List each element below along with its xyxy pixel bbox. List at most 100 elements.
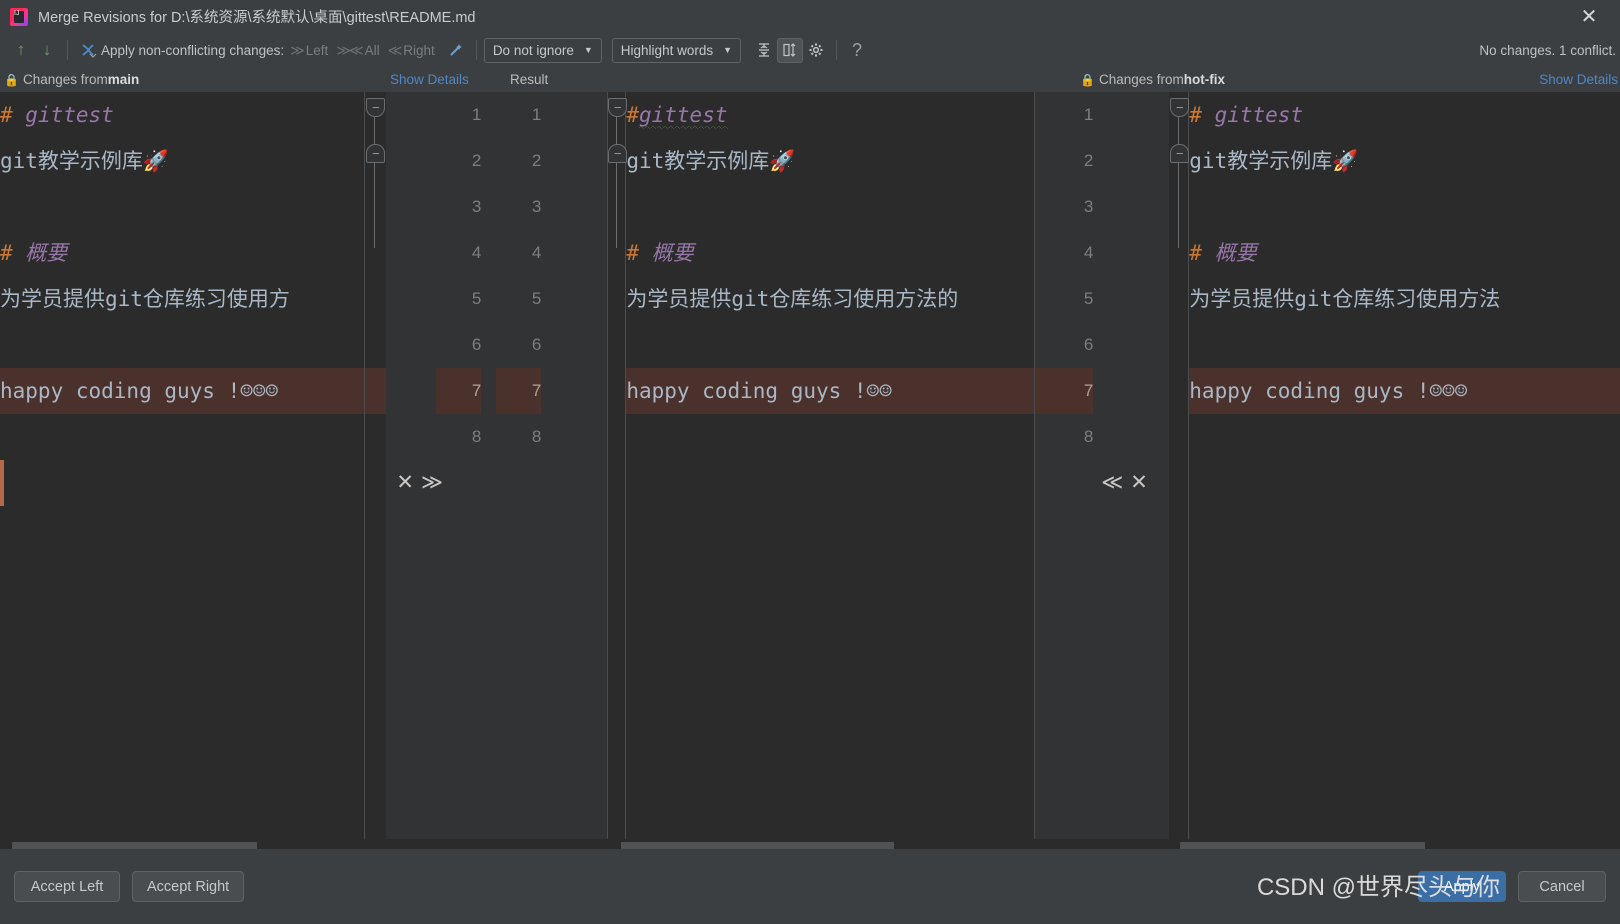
right-fold-stripe: − − — [1169, 92, 1190, 839]
merge-revisions-window: Merge Revisions for D:\系统资源\系统默认\桌面\gitt… — [0, 0, 1620, 924]
editor-line-text — [0, 425, 13, 449]
show-whitespace-icon[interactable] — [777, 37, 804, 63]
apply-all-non-conflicting-icon[interactable] — [75, 37, 101, 63]
fold-marker-collapse-icon[interactable]: − — [366, 144, 386, 163]
collapse-unchanged-fragments-icon[interactable] — [751, 38, 777, 63]
editor-line — [626, 184, 1034, 230]
editor-line-text — [1189, 195, 1202, 219]
right-pane-header: 🔒 Changes from hot-fix — [1080, 67, 1445, 92]
right-show-details-link[interactable]: Show Details — [1445, 67, 1620, 92]
right-conflict-actions[interactable]: ≪ ✕ — [1101, 460, 1148, 506]
center-line-numbers: 1 2 3 4 5 6 7 8 — [496, 92, 542, 839]
left-conflict-edge — [0, 460, 4, 506]
editor-line-text — [0, 195, 13, 219]
right-accept-conflict-icon[interactable]: ≪ — [1101, 460, 1123, 506]
gear-icon[interactable] — [803, 38, 829, 63]
editor-line-text: 为学员提供git仓库练习使用方法 — [1189, 287, 1501, 311]
line-number: 8 — [471, 427, 482, 446]
window-title: Merge Revisions for D:\系统资源\系统默认\桌面\gitt… — [38, 10, 476, 26]
editor-line-text: 为学员提供git仓库练习使用方法的 — [626, 287, 959, 311]
previous-difference-icon[interactable]: ↑ — [8, 37, 34, 63]
right-gutter[interactable]: 1 2 3 4 5 6 7 8 ≪ ✕ — [1035, 92, 1170, 839]
apply-right-button[interactable]: ≪ Right — [388, 42, 435, 59]
ignore-policy-value: Do not ignore — [492, 42, 574, 58]
center-result-pane[interactable]: # gittest git教学示例库🚀 # 概要 为学员提供git仓库练习使用方法的… — [608, 92, 1035, 839]
line-number: 8 — [1083, 427, 1094, 446]
editor-line — [626, 414, 1034, 460]
markdown-heading-hash: # — [1189, 103, 1202, 127]
line-number: 6 — [471, 335, 482, 354]
markdown-heading-hash: # — [0, 103, 13, 127]
fold-marker-collapse-icon[interactable]: − — [608, 144, 628, 163]
right-editor-lines: # gittest git教学示例库🚀 # 概要 为学员提供git仓库练习使用方法 … — [1169, 92, 1620, 460]
left-show-details-link[interactable]: Show Details — [390, 67, 510, 92]
line-number: 7 — [1035, 368, 1094, 414]
fold-marker-collapse-icon[interactable]: − — [608, 98, 628, 117]
accept-left-button[interactable]: Accept Left — [14, 871, 120, 902]
toolbar-separator-1 — [67, 40, 68, 60]
editor-line: # 概要 — [626, 230, 1034, 276]
apply-left-button[interactable]: ≫ Left — [290, 42, 328, 59]
line-number: 1 — [471, 105, 482, 124]
magic-wand-icon[interactable] — [443, 37, 469, 63]
editor-line-text: gittest — [1201, 103, 1304, 127]
intellij-idea-logo-icon — [10, 7, 28, 26]
line-number: 3 — [531, 197, 542, 216]
editor-line — [626, 322, 1034, 368]
left-gutter[interactable]: ✕ ≫ 12345678 12345678 — [386, 92, 608, 839]
apply-button[interactable]: Apply — [1418, 871, 1506, 902]
editor-line-text — [626, 333, 639, 357]
line-number: 3 — [471, 197, 482, 216]
editor-line-text: 概要 — [1201, 241, 1257, 265]
editor-line-text: happy coding guys !☺☺☺ — [1189, 379, 1468, 403]
right-ignore-conflict-icon[interactable]: ✕ — [1130, 460, 1148, 506]
editor-line — [1189, 322, 1620, 368]
accept-right-button[interactable]: Accept Right — [132, 871, 245, 902]
editor-line — [1189, 184, 1620, 230]
editor-line — [0, 322, 386, 368]
editor-line-text: happy coding guys !☺☺ — [626, 379, 892, 403]
editor-line-text: 为学员提供git仓库练习使用方 — [0, 287, 290, 311]
left-editor-pane[interactable]: # gittest git教学示例库🚀 # 概要 为学员提供git仓库练习使用方 h… — [0, 92, 387, 839]
next-difference-icon[interactable]: ↓ — [34, 37, 60, 63]
editor-line-text — [626, 425, 639, 449]
highlight-policy-select[interactable]: Highlight words ▼ — [611, 37, 742, 63]
right-editor-pane[interactable]: # gittest git教学示例库🚀 # 概要 为学员提供git仓库练习使用方法 … — [1169, 92, 1620, 839]
lock-icon: 🔒 — [4, 72, 19, 87]
toolbar-separator-2 — [475, 40, 477, 60]
close-icon[interactable]: ✕ — [1568, 0, 1610, 33]
right-line-numbers: 1 2 3 4 5 6 7 8 — [1035, 92, 1094, 839]
help-icon[interactable]: ? — [844, 37, 870, 63]
status-text: No changes. 1 conflict. — [1479, 42, 1616, 58]
line-number: 5 — [471, 289, 482, 308]
editor-line: happy coding guys !☺☺☺ — [0, 368, 387, 414]
line-number: 4 — [471, 243, 482, 262]
highlight-policy-value: Highlight words — [620, 42, 714, 58]
markdown-heading-hash: # — [0, 241, 13, 265]
apply-non-conflicting-label: Apply non-conflicting changes: — [101, 42, 285, 58]
fold-line — [1178, 98, 1180, 248]
cancel-button[interactable]: Cancel — [1518, 871, 1606, 902]
editor-line: # gittest — [626, 92, 1034, 138]
fold-marker-collapse-icon[interactable]: − — [1170, 98, 1190, 117]
fold-marker-collapse-icon[interactable]: − — [1170, 144, 1190, 163]
right-branch-name: hot-fix — [1183, 72, 1225, 87]
editor-line: # gittest — [1189, 92, 1620, 138]
editor-line — [1189, 414, 1620, 460]
ignore-policy-select[interactable]: Do not ignore ▼ — [483, 37, 602, 63]
line-number: 2 — [471, 151, 482, 170]
editor-line: 为学员提供git仓库练习使用方法 — [1189, 276, 1620, 322]
line-number: 2 — [1083, 151, 1094, 170]
fold-marker-collapse-icon[interactable]: − — [366, 98, 386, 117]
line-number: 4 — [531, 243, 542, 262]
editor-line: happy coding guys !☺☺ — [626, 368, 1035, 414]
apply-all-button[interactable]: ≫≪ All — [336, 42, 379, 59]
line-number: 8 — [531, 427, 542, 446]
editor-line — [0, 414, 386, 460]
left-line-numbers: 1 2 3 4 5 6 7 8 — [436, 92, 482, 839]
lock-icon: 🔒 — [1080, 72, 1095, 87]
bottom-button-bar: Accept Left Accept Right Apply Cancel — [0, 849, 1620, 924]
editor-line-text — [0, 333, 13, 357]
left-ignore-conflict-icon[interactable]: ✕ — [396, 460, 414, 506]
line-number: 3 — [1083, 197, 1094, 216]
